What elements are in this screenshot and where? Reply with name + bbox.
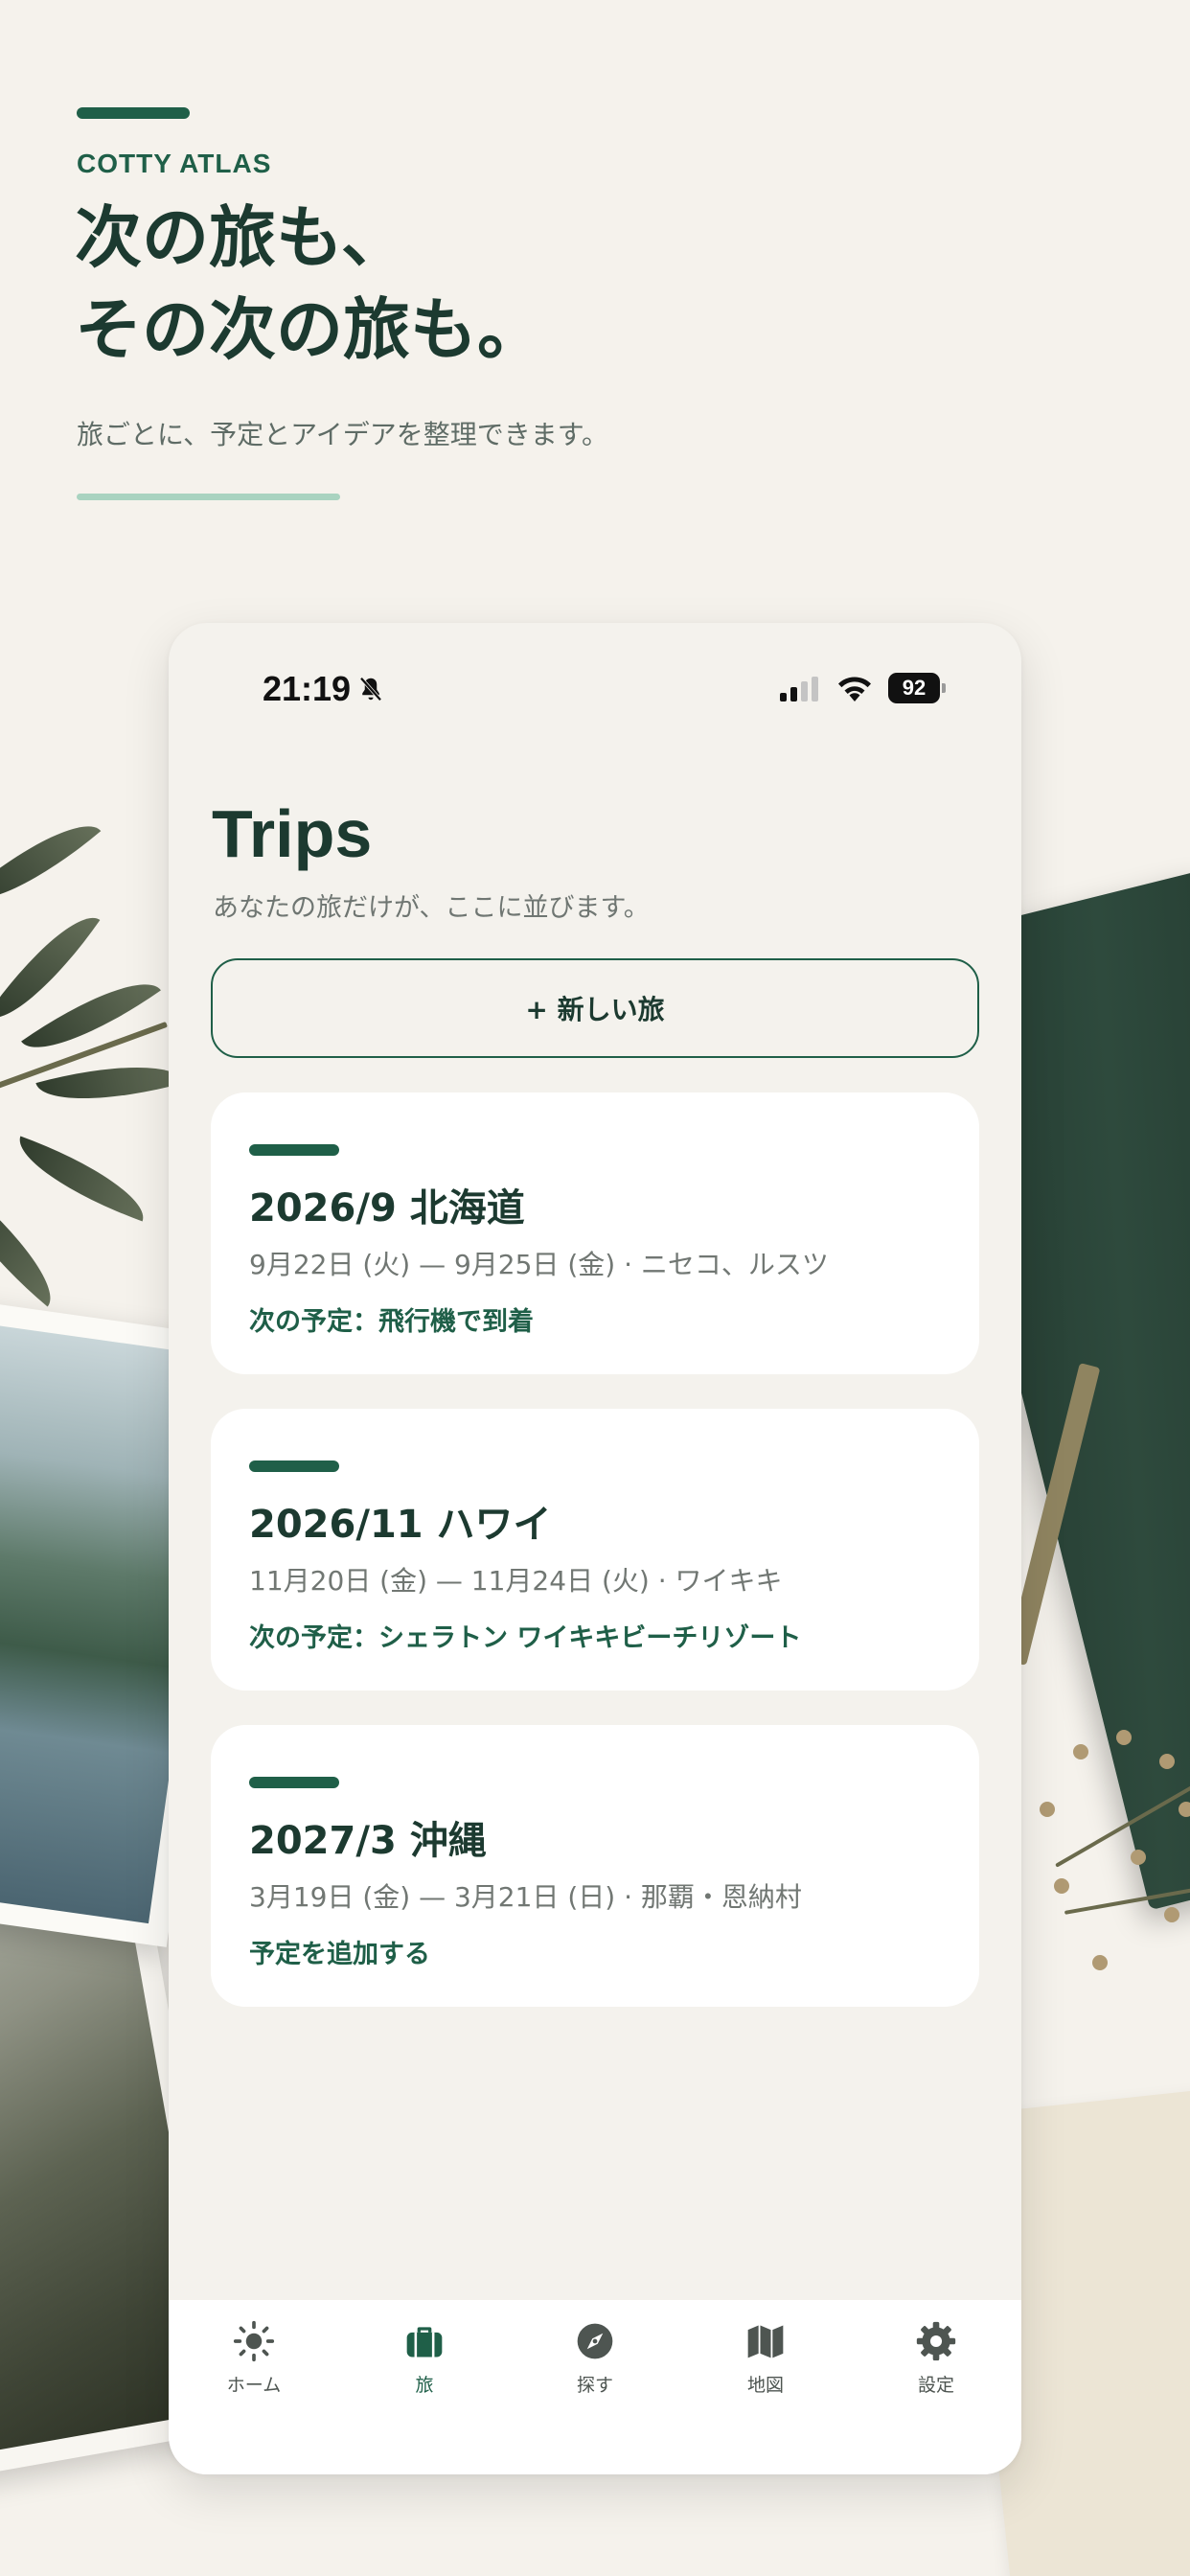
headline-line-2: その次の旅も。 [75, 290, 544, 369]
tab-home[interactable]: ホーム [169, 2319, 339, 2415]
tab-label: 設定 [917, 2375, 954, 2396]
trip-dates-location: 11月20日 (金) — 11月24日 (火) · ワイキキ [249, 1565, 783, 1597]
tab-label: ホーム [226, 2375, 282, 2396]
brand-name: COTTY ATLAS [77, 149, 272, 178]
page-subtitle: あなたの旅だけが、ここに並びます。 [213, 893, 650, 923]
suitcase-icon [402, 2319, 446, 2363]
gear-icon [914, 2319, 958, 2363]
tab-settings[interactable]: 設定 [851, 2319, 1021, 2415]
add-plan-link[interactable]: 予定を追加する [249, 1933, 430, 1970]
headline-line-1: 次の旅も、 [75, 198, 408, 277]
trip-dates-location: 3月19日 (金) — 3月21日 (日) · 那覇・恩納村 [249, 1881, 802, 1913]
trip-card[interactable]: 2027/3 沖縄 3月19日 (金) — 3月21日 (日) · 那覇・恩納村… [211, 1725, 979, 2007]
trip-title: 2026/11 ハワイ [249, 1503, 552, 1547]
battery-indicator: 92 [888, 673, 946, 703]
compass-icon [573, 2319, 617, 2363]
hero-accent-bar [77, 107, 190, 119]
bell-slash-icon [359, 677, 382, 702]
wifi-icon [838, 677, 871, 702]
sun-icon [232, 2319, 276, 2363]
card-accent-bar [249, 1144, 339, 1156]
trip-dates-location: 9月22日 (火) — 9月25日 (金) · ニセコ、ルスツ [249, 1249, 829, 1280]
tab-explore[interactable]: 探す [510, 2319, 680, 2415]
tab-label: 地図 [746, 2375, 784, 2396]
trip-card[interactable]: 2026/9 北海道 9月22日 (火) — 9月25日 (金) · ニセコ、ル… [211, 1092, 979, 1374]
map-icon [744, 2319, 788, 2363]
status-time: 21:19 [263, 669, 352, 708]
trip-title: 2026/9 北海道 [249, 1186, 525, 1230]
cellular-signal-icon [780, 677, 818, 702]
trip-card[interactable]: 2026/11 ハワイ 11月20日 (金) — 11月24日 (火) · ワイ… [211, 1409, 979, 1690]
phone-screen: 21:19 92 Trips あなたの旅だけが、ここに並びます。 + 新しい旅 … [169, 623, 1021, 2474]
tab-trips[interactable]: 旅 [339, 2319, 510, 2415]
new-trip-button[interactable]: + 新しい旅 [211, 958, 979, 1058]
battery-level: 92 [888, 673, 940, 703]
card-accent-bar [249, 1460, 339, 1472]
tab-map[interactable]: 地図 [680, 2319, 851, 2415]
tab-label: 探す [576, 2375, 613, 2396]
trip-next-plan: 次の予定：シェラトン ワイキキビーチリゾート [249, 1623, 802, 1653]
hero-headline: 次の旅も、 その次の旅も。 [75, 192, 544, 376]
hero-subline: 旅ごとに、予定とアイデアを整理できます。 [77, 419, 608, 450]
tab-bar: ホーム 旅 探す 地図 設定 [169, 2300, 1021, 2474]
status-bar: 21:19 92 [169, 623, 1021, 757]
page-title: Trips [212, 796, 373, 871]
trip-next-plan: 次の予定：飛行機で到着 [249, 1307, 534, 1337]
hero-divider [77, 494, 340, 500]
card-accent-bar [249, 1777, 339, 1788]
trip-title: 2027/3 沖縄 [249, 1819, 487, 1863]
tab-label: 旅 [415, 2375, 434, 2396]
